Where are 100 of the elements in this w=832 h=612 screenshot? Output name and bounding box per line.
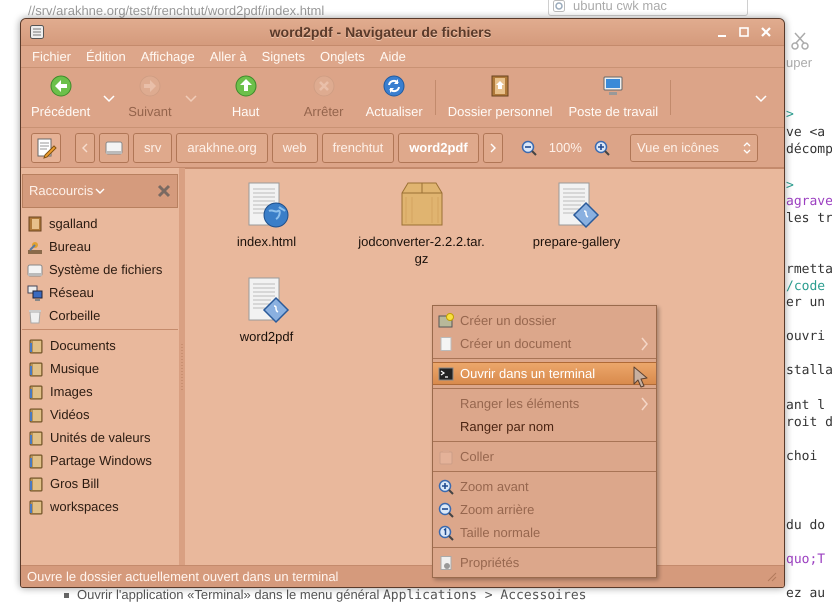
path-crumb[interactable]: word2pdf: [398, 132, 479, 162]
sidebar-item[interactable]: Bureau: [21, 235, 179, 258]
chevron-right-icon: [488, 142, 497, 152]
zoom-level: 100%: [548, 138, 582, 157]
bullet-icon: [64, 593, 69, 598]
magnifier-icon: [438, 524, 454, 540]
sidebar-item[interactable]: Réseau: [21, 281, 179, 304]
arrow-left-icon: [48, 74, 73, 98]
address-text: //srv/arakhne.org/test/frenchtut/word2pdf/index.html: [28, 2, 324, 20]
up-down-arrows-icon: [742, 140, 751, 154]
folder-icon: [28, 338, 44, 354]
scroll-right-button[interactable]: [482, 132, 503, 162]
sidebar-item[interactable]: Gros Bill: [22, 472, 178, 495]
drive-icon: [105, 138, 123, 156]
search-engine-icon: [553, 0, 565, 12]
view-dropdown[interactable]: Vue en icônes: [630, 134, 758, 162]
app-icon: [29, 24, 45, 40]
toolbar-label: uper: [786, 54, 812, 72]
caret-icon[interactable]: [102, 92, 116, 102]
toolbar-button[interactable]: Actualiser: [358, 68, 431, 127]
path-crumb[interactable]: frenchtut: [322, 132, 394, 162]
sidebar-item[interactable]: Unités de valeurs: [22, 426, 178, 449]
menu-item[interactable]: Aide: [380, 46, 406, 66]
home-folder-icon: [27, 216, 43, 232]
file-name[interactable]: word2pdf: [202, 328, 332, 345]
code-text: quo;T: [786, 551, 826, 569]
folder-icon: [28, 406, 44, 422]
sidebar-item[interactable]: sgalland: [21, 212, 179, 235]
code-text: er un: [786, 294, 826, 312]
menu-item[interactable]: Fichier: [32, 46, 72, 66]
menu-item[interactable]: Ranger par nom: [433, 415, 656, 438]
path-crumb[interactable]: web: [272, 132, 318, 162]
drive-icon: [27, 262, 43, 278]
document-gear-icon: [438, 554, 454, 570]
code-text: ouvri: [786, 328, 826, 346]
sidebar-item[interactable]: workspaces: [22, 495, 178, 518]
arrow-right-icon: [138, 74, 162, 98]
chevron-left-icon: [81, 142, 89, 152]
new-folder-icon: [438, 312, 454, 328]
edit-location-button[interactable]: [31, 132, 61, 162]
menu-item[interactable]: Signets: [262, 46, 305, 66]
code-text: /code: [786, 278, 826, 296]
code-text: du do: [786, 517, 826, 535]
sidebar-item[interactable]: Vidéos: [22, 403, 178, 426]
code-text: rmetta: [786, 261, 832, 279]
sidebar-item[interactable]: Corbeille: [21, 304, 179, 327]
code-text: >: [786, 177, 794, 195]
menu-item[interactable]: Aller à: [210, 46, 247, 66]
menu-item[interactable]: Édition: [86, 46, 126, 66]
code-text: ve <a: [786, 124, 826, 142]
zoom-out-icon[interactable]: [520, 140, 537, 156]
resize-grip-icon[interactable]: [766, 570, 778, 582]
zoom-in-icon[interactable]: [594, 140, 610, 156]
stop-icon: [312, 74, 336, 98]
scissors-icon[interactable]: [790, 32, 810, 50]
chevron-down-icon[interactable]: [754, 92, 768, 102]
menu-item[interactable]: Affichage: [140, 46, 195, 66]
menu-item[interactable]: Ouvrir dans un terminal: [433, 362, 656, 385]
menu-item[interactable]: Onglets: [320, 46, 365, 66]
folder-icon: [28, 430, 44, 446]
computer-icon: [601, 74, 626, 98]
path-crumb[interactable]: srv: [133, 132, 172, 162]
file-name[interactable]: prepare-gallery: [512, 233, 642, 250]
refresh-icon: [382, 74, 406, 98]
code-text: ant l: [786, 397, 826, 415]
trash-icon: [27, 308, 43, 324]
close-icon[interactable]: [157, 184, 171, 198]
toolbar-button[interactable]: Haut: [202, 68, 290, 127]
folder-icon: [28, 384, 44, 400]
sidebar-item[interactable]: Documents: [22, 334, 178, 357]
toolbar-button[interactable]: Précédent: [23, 68, 98, 127]
terminal-icon: [438, 366, 454, 382]
clipboard-icon: [438, 448, 454, 464]
zoom-in-icon: [438, 478, 454, 494]
network-icon: [27, 284, 43, 300]
sidebar-item[interactable]: Système de fichiers: [21, 258, 179, 281]
sidebar-item[interactable]: Partage Windows: [22, 449, 178, 472]
toolbar-button[interactable]: Poste de travail: [560, 68, 666, 127]
code-text: >: [786, 106, 794, 124]
code-text: roit d: [786, 414, 832, 432]
caret-icon: [95, 187, 106, 195]
window-title: word2pdf - Navigateur de fichiers: [268, 22, 492, 42]
file-name[interactable]: jodconverter-2.2.2.tar.gz: [356, 233, 486, 267]
path-crumb[interactable]: arakhne.org: [176, 132, 268, 162]
toolbar-button[interactable]: Dossier personnel: [440, 68, 560, 127]
folder-icon: [28, 498, 44, 514]
sidebar-header[interactable]: Raccourcis: [22, 174, 178, 208]
folder-icon: [28, 452, 44, 468]
sidebar-item[interactable]: Images: [22, 380, 178, 403]
instruction-text: Ouvrir l'application «Terminal» dans le menu général Applications > Accessoires: [77, 589, 586, 602]
code-text: agrave: [786, 193, 832, 211]
sidebar-item[interactable]: Musique: [22, 357, 178, 380]
folder-icon: [28, 360, 44, 376]
drive-crumb[interactable]: [99, 132, 129, 162]
file-name[interactable]: index.html: [202, 233, 332, 250]
mouse-pointer-icon: [632, 366, 650, 388]
zoom-out-icon: [438, 502, 454, 518]
maximize-icon[interactable]: [738, 26, 750, 38]
code-text: stalla: [786, 362, 832, 380]
scroll-left-button[interactable]: [75, 132, 95, 162]
